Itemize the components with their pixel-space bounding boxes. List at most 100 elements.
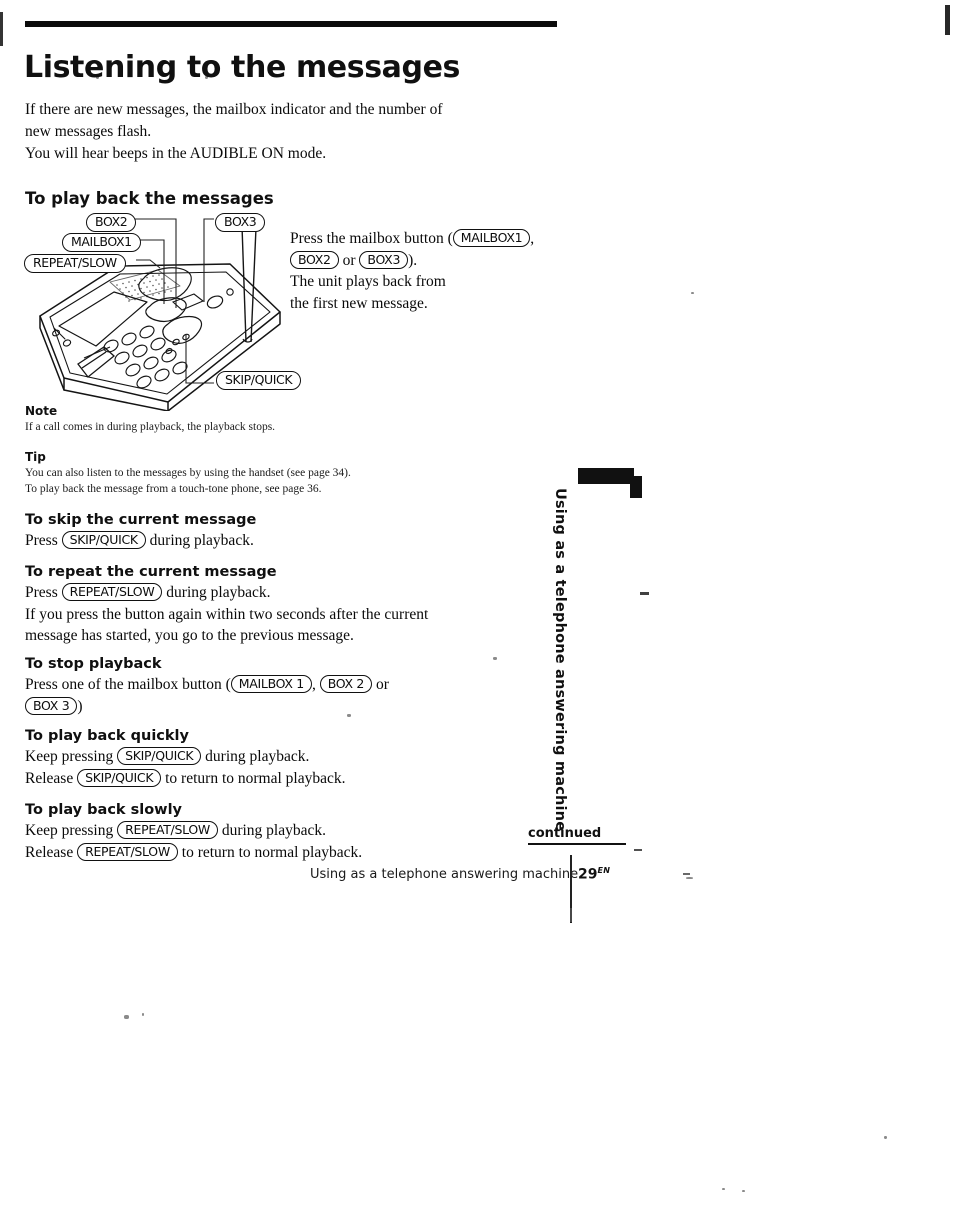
skip-post: during playback. — [145, 532, 254, 549]
scan-speck — [124, 1015, 129, 1019]
stop-tail: ) — [77, 697, 83, 715]
tip-line-2: To play back the message from a touch-to… — [25, 483, 322, 495]
intro-paragraph: If there are new messages, the mailbox i… — [25, 99, 545, 165]
button-skip-quick: SKIP/QUICK — [117, 747, 202, 765]
scan-speck — [884, 1136, 887, 1139]
instruction-line-1-post: , — [530, 230, 535, 247]
quick-line-1-pre: Keep pressing — [25, 748, 118, 765]
thumb-tab-nub — [630, 476, 642, 498]
note-text: If a call comes in during playback, the … — [25, 421, 276, 433]
section-title-quick: To play back quickly — [25, 728, 189, 744]
scan-footer-dash — [683, 873, 690, 875]
button-mailbox1: MAILBOX1 — [452, 229, 531, 247]
instruction-line-2: BOX2 or BOX3). — [290, 250, 560, 272]
playback-instruction: Press the mailbox button (MAILBOX1, BOX2… — [290, 228, 560, 314]
slow-line-1: Keep pressing REPEAT/SLOW during playbac… — [25, 820, 495, 842]
intro-line-3: You will hear beeps in the AUDIBLE ON mo… — [25, 145, 327, 162]
intro-line-2: new messages flash. — [25, 123, 152, 140]
callout-skip-quick: SKIP/QUICK — [216, 371, 302, 390]
quick-line-2-pre: Release — [25, 769, 78, 787]
button-skip-quick: SKIP/QUICK — [61, 531, 146, 549]
slow-line-2-post: to return to normal playback. — [177, 843, 363, 861]
button-box-3: BOX 3 — [25, 696, 78, 715]
page-number: 29EN — [578, 866, 610, 883]
repeat-extra-line-1: If you press the button again within two… — [25, 605, 429, 623]
instruction-line-1-pre: Press the mailbox button ( — [290, 230, 453, 247]
callout-box2: BOX2 — [86, 213, 137, 232]
repeat-post: during playback. — [162, 584, 271, 601]
button-repeat-slow: REPEAT/SLOW — [117, 821, 218, 839]
section-body-slow: Keep pressing REPEAT/SLOW during playbac… — [25, 820, 495, 863]
instruction-line-1: Press the mailbox button (MAILBOX1, — [290, 228, 560, 250]
scan-speck — [722, 1188, 725, 1190]
quick-line-1-post: during playback. — [201, 748, 310, 765]
callout-mailbox1: MAILBOX1 — [62, 233, 141, 252]
section-body-quick: Keep pressing SKIP/QUICK during playback… — [25, 746, 495, 789]
title-rule — [25, 21, 557, 27]
keypad — [103, 325, 190, 389]
scan-speck — [691, 292, 694, 294]
scan-dash-mark — [634, 849, 642, 851]
scan-speck — [686, 877, 693, 879]
quick-line-2: Release SKIP/QUICK to return to normal p… — [25, 768, 495, 790]
footer-divider-tail — [570, 908, 572, 922]
button-repeat-slow: REPEAT/SLOW — [61, 583, 163, 601]
quick-line-1: Keep pressing SKIP/QUICK during playback… — [25, 746, 495, 768]
repeat-press-line: Press REPEAT/SLOW during playback. — [25, 582, 485, 604]
scan-edge-mark-left — [0, 12, 3, 46]
quick-line-2-post: to return to normal playback. — [161, 769, 346, 787]
button-box2: BOX2 — [290, 250, 339, 269]
section-body-stop: Press one of the mailbox button (MAILBOX… — [25, 674, 495, 717]
thumb-tab-label: Using as a telephone answering machine — [552, 488, 568, 832]
repeat-pre: Press — [25, 584, 62, 601]
slow-line-1-pre: Keep pressing — [25, 822, 118, 839]
instruction-line-2-post: ). — [408, 251, 418, 269]
scan-speck — [142, 1013, 144, 1016]
note-label: Note — [25, 404, 58, 418]
stop-line-1: Press one of the mailbox button (MAILBOX… — [25, 674, 495, 696]
page-number-value: 29 — [578, 866, 598, 883]
button-skip-quick: SKIP/QUICK — [77, 768, 162, 787]
instruction-line-4: the first new message. — [290, 294, 428, 312]
page-number-suffix: EN — [597, 866, 611, 875]
instruction-line-2-mid: or — [338, 251, 360, 269]
section-title-slow: To play back slowly — [25, 802, 182, 818]
button-repeat-slow: REPEAT/SLOW — [77, 842, 178, 861]
manual-page: Listening to the messages If there are n… — [0, 0, 954, 1225]
continued-rule — [528, 843, 626, 846]
slow-line-1-post: during playback. — [217, 822, 326, 839]
scan-speck — [493, 657, 497, 660]
stop-pre: Press one of the mailbox button ( — [25, 676, 231, 693]
repeat-extra-line-2: message has started, you go to the previ… — [25, 627, 354, 644]
chapter-thumb-tab: Using as a telephone answering machine — [552, 468, 649, 831]
section-title-stop: To stop playback — [25, 656, 162, 672]
section-body-repeat: Press REPEAT/SLOW during playback. If yo… — [25, 582, 485, 647]
section-title-skip: To skip the current message — [25, 512, 257, 528]
thumb-tab-block — [578, 468, 634, 484]
stop-post: or — [372, 676, 389, 693]
control-cluster — [138, 267, 234, 344]
tip-label: Tip — [25, 450, 46, 464]
scan-speck — [742, 1190, 745, 1192]
thumb-tab-tick — [640, 592, 649, 595]
page-title: Listening to the messages — [24, 50, 460, 86]
callout-repeat-slow: REPEAT/SLOW — [24, 254, 126, 273]
stop-mid: , — [311, 676, 320, 693]
stop-line-2: BOX 3) — [25, 696, 495, 718]
instruction-line-3: The unit plays back from — [290, 273, 446, 290]
continued-label: continued — [528, 826, 602, 841]
section-body-skip: Press SKIP/QUICK during playback. — [25, 530, 445, 552]
section-title-repeat: To repeat the current message — [25, 564, 277, 580]
button-box-2: BOX 2 — [319, 675, 373, 693]
tip-line-1: You can also listen to the messages by u… — [25, 467, 351, 479]
scan-crop-mark-right — [945, 5, 950, 35]
button-mailbox-1: MAILBOX 1 — [230, 675, 312, 693]
slow-line-2: Release REPEAT/SLOW to return to normal … — [25, 842, 495, 864]
button-box3: BOX3 — [359, 250, 409, 269]
handset-cradle — [77, 346, 116, 378]
intro-line-1: If there are new messages, the mailbox i… — [25, 101, 443, 118]
skip-pre: Press — [25, 532, 62, 549]
running-footer: Using as a telephone answering machine — [310, 867, 579, 882]
slow-line-2-pre: Release — [25, 843, 78, 861]
callout-box3: BOX3 — [215, 213, 266, 232]
